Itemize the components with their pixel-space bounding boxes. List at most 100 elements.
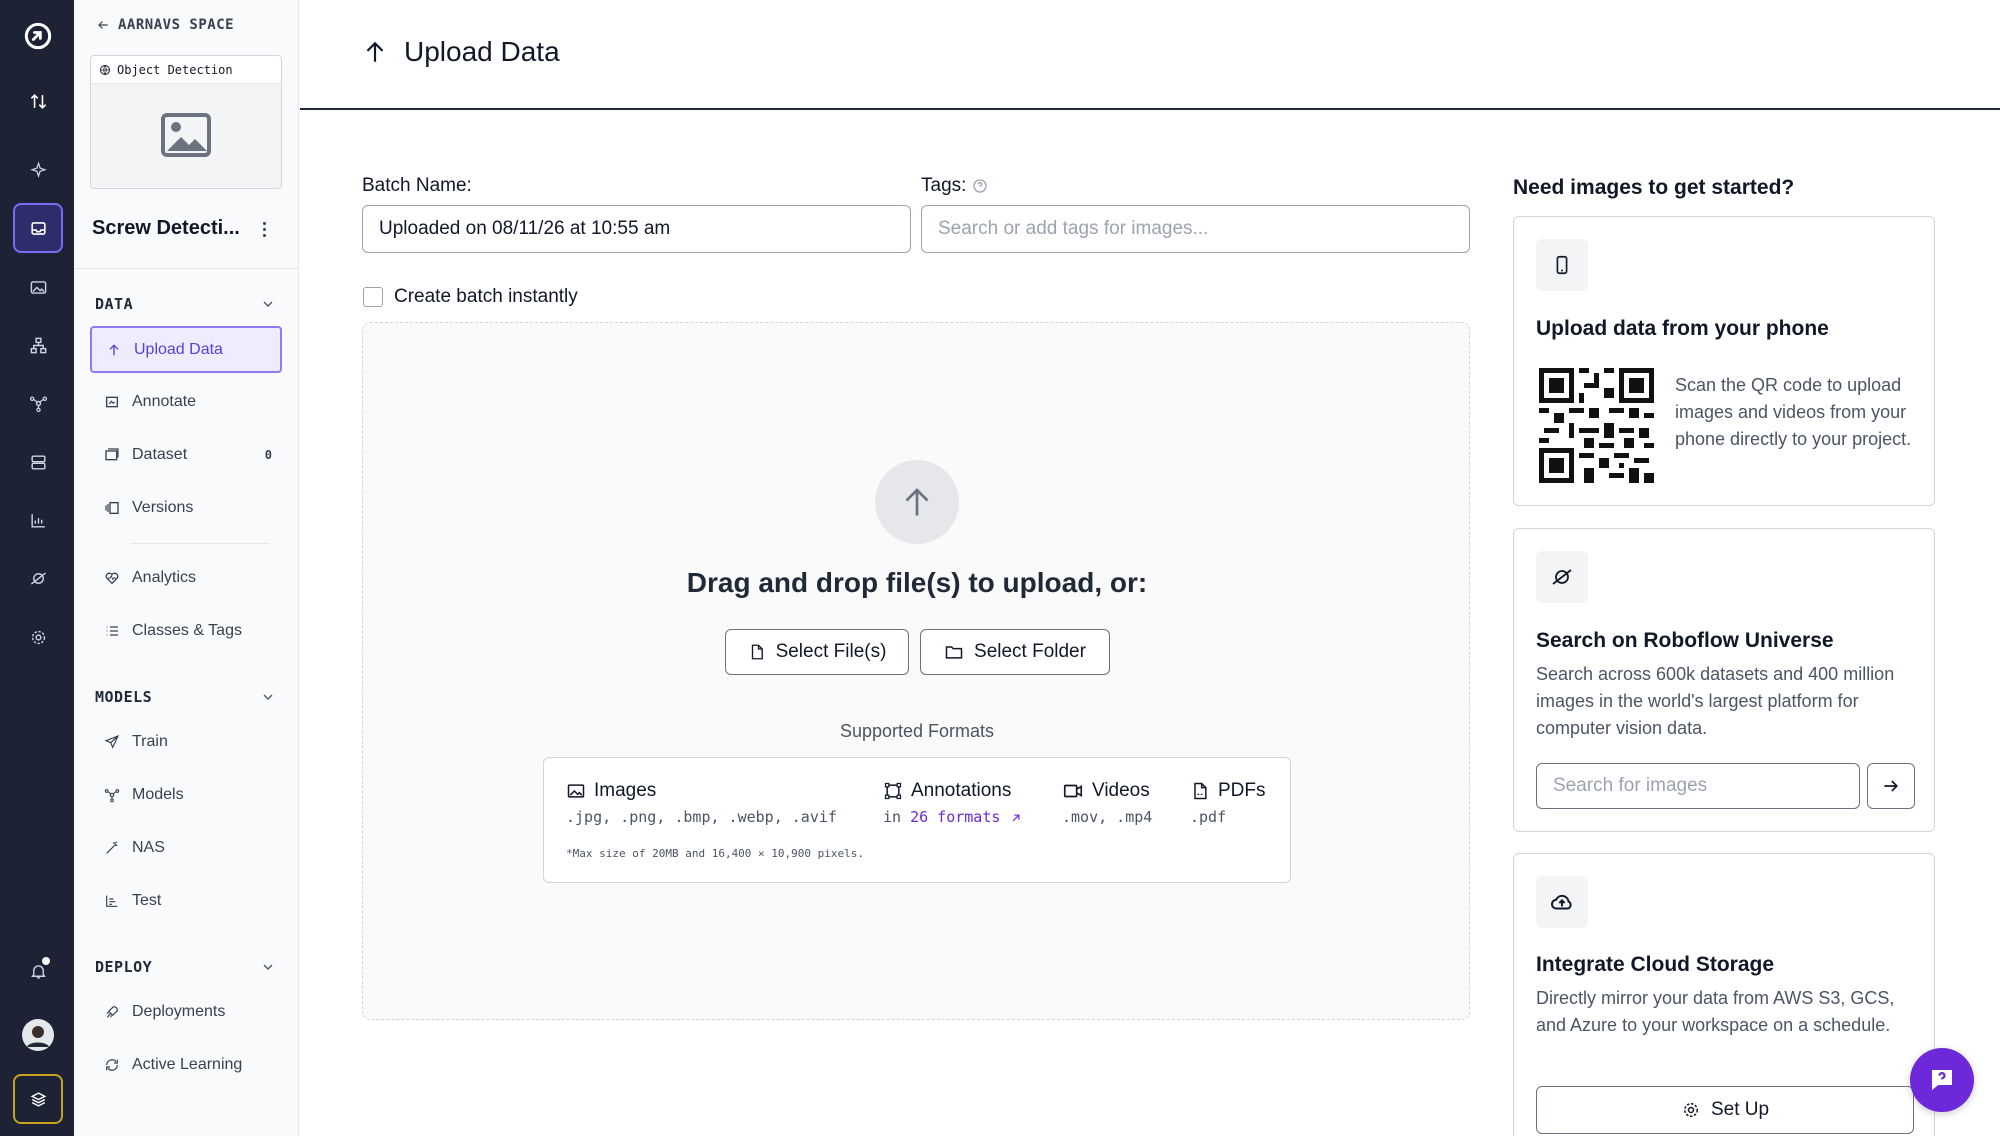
universe-card: Search on Roboflow Universe Search acros… bbox=[1513, 528, 1935, 832]
versions-icon bbox=[105, 501, 119, 514]
tags-label-text: Tags: bbox=[921, 175, 967, 196]
graph-icon bbox=[29, 396, 47, 412]
select-files-button[interactable]: Select File(s) bbox=[725, 629, 909, 675]
universe-search-button[interactable] bbox=[1867, 763, 1915, 809]
rail-images-button[interactable] bbox=[13, 262, 63, 312]
batch-name-label: Batch Name: bbox=[362, 175, 472, 196]
qr-code-image bbox=[1539, 368, 1654, 483]
annotate-icon bbox=[106, 396, 118, 407]
sidebar-item-upload-data[interactable]: Upload Data bbox=[90, 326, 282, 373]
project-type-label: Object Detection bbox=[117, 62, 233, 77]
stack-icon bbox=[30, 1091, 46, 1107]
arrow-right-icon bbox=[1884, 780, 1899, 792]
create-batch-checkbox[interactable] bbox=[363, 287, 383, 307]
rail-settings-button[interactable] bbox=[13, 612, 63, 662]
sparkle-icon bbox=[29, 160, 47, 178]
bar-chart-icon bbox=[30, 513, 45, 528]
sidebar-item-label: Test bbox=[132, 891, 162, 909]
external-link-icon[interactable] bbox=[1009, 811, 1023, 825]
help-chat-button[interactable] bbox=[1910, 1048, 1974, 1112]
annotation-formats-link[interactable]: 26 formats bbox=[910, 808, 1000, 826]
universe-card-title: Search on Roboflow Universe bbox=[1536, 629, 1834, 652]
rail-projects-button[interactable] bbox=[13, 203, 63, 253]
planet-icon-box bbox=[1536, 551, 1588, 603]
chart-icon bbox=[106, 895, 118, 907]
sidebar-item-dataset[interactable]: Dataset 0 bbox=[90, 431, 282, 478]
sidebar-item-test[interactable]: Test bbox=[90, 877, 282, 924]
universe-search-input[interactable]: Search for images bbox=[1536, 763, 1860, 809]
project-type-badge: Object Detection bbox=[91, 56, 281, 84]
phone-card-text: Scan the QR code to upload images and vi… bbox=[1675, 375, 1912, 449]
models-graph-icon bbox=[104, 788, 120, 802]
sidebar-item-nas[interactable]: NAS bbox=[90, 824, 282, 871]
planet-icon bbox=[30, 571, 46, 585]
logo-icon bbox=[24, 22, 52, 50]
bounding-box-icon bbox=[884, 782, 902, 800]
rail-storage-button[interactable] bbox=[13, 437, 63, 487]
server-icon bbox=[30, 454, 46, 470]
planet-icon bbox=[1552, 569, 1572, 585]
sidebar-item-models[interactable]: Models bbox=[90, 771, 282, 818]
select-files-label: Select File(s) bbox=[775, 641, 887, 662]
refresh-icon bbox=[106, 1058, 118, 1071]
back-to-workspace-link[interactable]: AARNAVS SPACE bbox=[96, 17, 234, 33]
chevron-down-icon[interactable] bbox=[260, 959, 276, 975]
format-videos-ext: .mov, .mp4 bbox=[1062, 808, 1153, 826]
sidebar-item-versions[interactable]: Versions bbox=[90, 484, 282, 531]
setup-button[interactable]: Set Up bbox=[1536, 1086, 1914, 1134]
rail-analytics-button[interactable] bbox=[13, 495, 63, 545]
dataset-icon bbox=[105, 447, 119, 460]
batch-name-input[interactable]: Uploaded on 08/11/26 at 10:55 am bbox=[362, 205, 911, 253]
chevron-down-icon[interactable] bbox=[260, 689, 276, 705]
icon-rail bbox=[0, 0, 74, 1136]
format-annotations-title: Annotations bbox=[911, 780, 1012, 801]
section-data-header: DATA bbox=[95, 295, 134, 313]
get-started-title: Need images to get started? bbox=[1513, 176, 1795, 199]
rail-models-button[interactable] bbox=[13, 378, 63, 428]
project-name: Screw Detecti... bbox=[92, 217, 240, 239]
section-deploy-header: DEPLOY bbox=[95, 958, 153, 976]
rail-sparkle-button[interactable] bbox=[13, 145, 63, 195]
rail-user-avatar[interactable] bbox=[13, 1010, 63, 1060]
sidebar-item-active-learning[interactable]: Active Learning bbox=[90, 1041, 282, 1088]
format-pdfs-title: PDFs bbox=[1218, 780, 1266, 801]
sidebar-item-label: Upload Data bbox=[134, 340, 223, 358]
supported-formats-box: Images .jpg, .png, .bmp, .webp, .avif An… bbox=[543, 757, 1291, 883]
annotations-prefix: in bbox=[883, 808, 902, 826]
rail-universe-button[interactable] bbox=[13, 553, 63, 603]
sidebar-item-classes-tags[interactable]: Classes & Tags bbox=[90, 607, 282, 654]
video-icon bbox=[1063, 784, 1083, 798]
roboflow-logo[interactable] bbox=[13, 11, 63, 61]
page-header: Upload Data bbox=[300, 0, 2000, 110]
select-folder-label: Select Folder bbox=[974, 641, 1086, 662]
sidebar-item-analytics[interactable]: Analytics bbox=[90, 554, 282, 601]
arrows-updown-icon bbox=[30, 93, 46, 109]
page-title-text: Upload Data bbox=[404, 36, 560, 67]
cloud-card-text: Directly mirror your data from AWS S3, G… bbox=[1536, 988, 1895, 1035]
send-icon bbox=[104, 734, 120, 749]
format-images-ext: .jpg, .png, .bmp, .webp, .avif bbox=[566, 808, 837, 826]
upload-dropzone[interactable]: Drag and drop file(s) to upload, or: Sel… bbox=[362, 322, 1470, 1020]
sidebar-item-deployments[interactable]: Deployments bbox=[90, 988, 282, 1035]
upload-circle bbox=[875, 460, 959, 544]
rail-upload-download-button[interactable] bbox=[13, 76, 63, 126]
rail-workflows-button[interactable] bbox=[13, 320, 63, 370]
sidebar-item-train[interactable]: Train bbox=[90, 718, 282, 765]
workspace-name: AARNAVS SPACE bbox=[118, 17, 235, 33]
section-models-header: MODELS bbox=[95, 688, 153, 706]
rail-docs-button[interactable] bbox=[13, 1074, 63, 1124]
project-menu-button[interactable] bbox=[254, 217, 274, 241]
arrow-up-icon bbox=[109, 343, 119, 355]
rail-notifications-button[interactable] bbox=[13, 946, 63, 996]
cloud-card-title: Integrate Cloud Storage bbox=[1536, 953, 1775, 976]
heart-pulse-icon bbox=[105, 572, 119, 584]
help-circle-icon[interactable] bbox=[972, 178, 988, 194]
sidebar-item-annotate[interactable]: Annotate bbox=[90, 378, 282, 425]
phone-icon-box bbox=[1536, 239, 1588, 291]
cloud-storage-card: Integrate Cloud Storage Directly mirror … bbox=[1513, 853, 1935, 1136]
project-thumbnail[interactable]: Object Detection bbox=[90, 55, 282, 189]
tags-search-input[interactable]: Search or add tags for images... bbox=[921, 205, 1470, 253]
chevron-down-icon[interactable] bbox=[260, 296, 276, 312]
gear-icon bbox=[1683, 1103, 1698, 1117]
select-folder-button[interactable]: Select Folder bbox=[920, 629, 1110, 675]
